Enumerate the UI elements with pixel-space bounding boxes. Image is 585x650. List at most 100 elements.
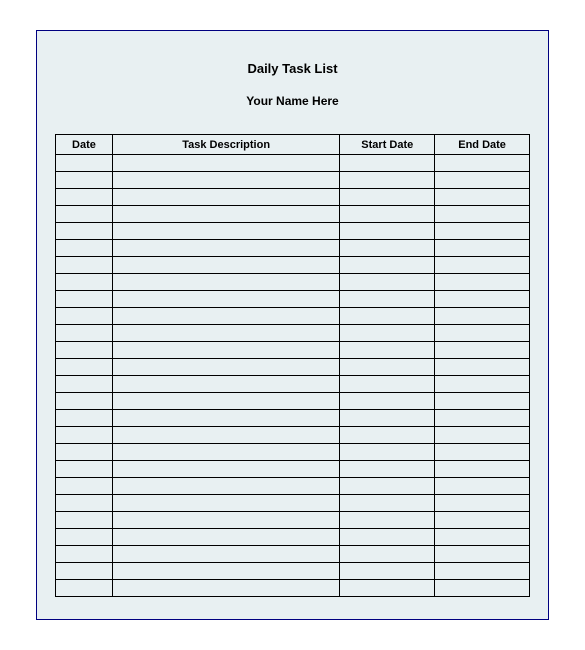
cell-description[interactable]	[112, 393, 340, 410]
cell-date[interactable]	[56, 427, 113, 444]
cell-description[interactable]	[112, 461, 340, 478]
cell-end-date[interactable]	[435, 359, 530, 376]
cell-start-date[interactable]	[340, 563, 435, 580]
cell-end-date[interactable]	[435, 546, 530, 563]
cell-start-date[interactable]	[340, 274, 435, 291]
cell-date[interactable]	[56, 444, 113, 461]
cell-start-date[interactable]	[340, 444, 435, 461]
cell-end-date[interactable]	[435, 342, 530, 359]
cell-date[interactable]	[56, 563, 113, 580]
cell-start-date[interactable]	[340, 308, 435, 325]
cell-date[interactable]	[56, 206, 113, 223]
cell-description[interactable]	[112, 359, 340, 376]
cell-date[interactable]	[56, 291, 113, 308]
cell-description[interactable]	[112, 563, 340, 580]
cell-end-date[interactable]	[435, 206, 530, 223]
cell-start-date[interactable]	[340, 206, 435, 223]
cell-start-date[interactable]	[340, 529, 435, 546]
cell-description[interactable]	[112, 376, 340, 393]
cell-end-date[interactable]	[435, 223, 530, 240]
cell-date[interactable]	[56, 155, 113, 172]
cell-date[interactable]	[56, 223, 113, 240]
cell-end-date[interactable]	[435, 580, 530, 597]
cell-end-date[interactable]	[435, 512, 530, 529]
cell-date[interactable]	[56, 325, 113, 342]
cell-description[interactable]	[112, 257, 340, 274]
cell-end-date[interactable]	[435, 495, 530, 512]
cell-end-date[interactable]	[435, 529, 530, 546]
cell-date[interactable]	[56, 410, 113, 427]
cell-description[interactable]	[112, 546, 340, 563]
cell-start-date[interactable]	[340, 410, 435, 427]
cell-end-date[interactable]	[435, 410, 530, 427]
cell-date[interactable]	[56, 546, 113, 563]
cell-description[interactable]	[112, 206, 340, 223]
cell-start-date[interactable]	[340, 291, 435, 308]
cell-date[interactable]	[56, 189, 113, 206]
cell-description[interactable]	[112, 342, 340, 359]
cell-start-date[interactable]	[340, 155, 435, 172]
cell-start-date[interactable]	[340, 189, 435, 206]
cell-end-date[interactable]	[435, 291, 530, 308]
cell-end-date[interactable]	[435, 189, 530, 206]
cell-date[interactable]	[56, 461, 113, 478]
cell-start-date[interactable]	[340, 359, 435, 376]
cell-description[interactable]	[112, 223, 340, 240]
cell-end-date[interactable]	[435, 325, 530, 342]
cell-date[interactable]	[56, 529, 113, 546]
cell-end-date[interactable]	[435, 376, 530, 393]
cell-date[interactable]	[56, 495, 113, 512]
cell-start-date[interactable]	[340, 342, 435, 359]
cell-end-date[interactable]	[435, 461, 530, 478]
cell-date[interactable]	[56, 342, 113, 359]
cell-description[interactable]	[112, 427, 340, 444]
cell-date[interactable]	[56, 580, 113, 597]
cell-date[interactable]	[56, 393, 113, 410]
cell-end-date[interactable]	[435, 478, 530, 495]
cell-description[interactable]	[112, 172, 340, 189]
cell-start-date[interactable]	[340, 376, 435, 393]
cell-end-date[interactable]	[435, 308, 530, 325]
cell-end-date[interactable]	[435, 393, 530, 410]
cell-description[interactable]	[112, 444, 340, 461]
cell-description[interactable]	[112, 580, 340, 597]
cell-description[interactable]	[112, 478, 340, 495]
cell-date[interactable]	[56, 172, 113, 189]
cell-date[interactable]	[56, 240, 113, 257]
cell-start-date[interactable]	[340, 495, 435, 512]
cell-start-date[interactable]	[340, 325, 435, 342]
cell-description[interactable]	[112, 512, 340, 529]
cell-date[interactable]	[56, 512, 113, 529]
cell-start-date[interactable]	[340, 257, 435, 274]
cell-end-date[interactable]	[435, 155, 530, 172]
cell-description[interactable]	[112, 189, 340, 206]
cell-start-date[interactable]	[340, 478, 435, 495]
cell-description[interactable]	[112, 325, 340, 342]
cell-end-date[interactable]	[435, 444, 530, 461]
cell-end-date[interactable]	[435, 563, 530, 580]
cell-date[interactable]	[56, 478, 113, 495]
cell-end-date[interactable]	[435, 172, 530, 189]
cell-date[interactable]	[56, 257, 113, 274]
cell-start-date[interactable]	[340, 512, 435, 529]
cell-start-date[interactable]	[340, 580, 435, 597]
cell-end-date[interactable]	[435, 427, 530, 444]
cell-start-date[interactable]	[340, 172, 435, 189]
cell-start-date[interactable]	[340, 393, 435, 410]
cell-description[interactable]	[112, 529, 340, 546]
cell-start-date[interactable]	[340, 461, 435, 478]
cell-description[interactable]	[112, 155, 340, 172]
cell-start-date[interactable]	[340, 427, 435, 444]
cell-description[interactable]	[112, 291, 340, 308]
cell-date[interactable]	[56, 308, 113, 325]
cell-start-date[interactable]	[340, 240, 435, 257]
cell-end-date[interactable]	[435, 257, 530, 274]
cell-end-date[interactable]	[435, 240, 530, 257]
cell-date[interactable]	[56, 376, 113, 393]
cell-description[interactable]	[112, 308, 340, 325]
cell-description[interactable]	[112, 410, 340, 427]
cell-end-date[interactable]	[435, 274, 530, 291]
cell-date[interactable]	[56, 274, 113, 291]
cell-description[interactable]	[112, 240, 340, 257]
cell-start-date[interactable]	[340, 546, 435, 563]
